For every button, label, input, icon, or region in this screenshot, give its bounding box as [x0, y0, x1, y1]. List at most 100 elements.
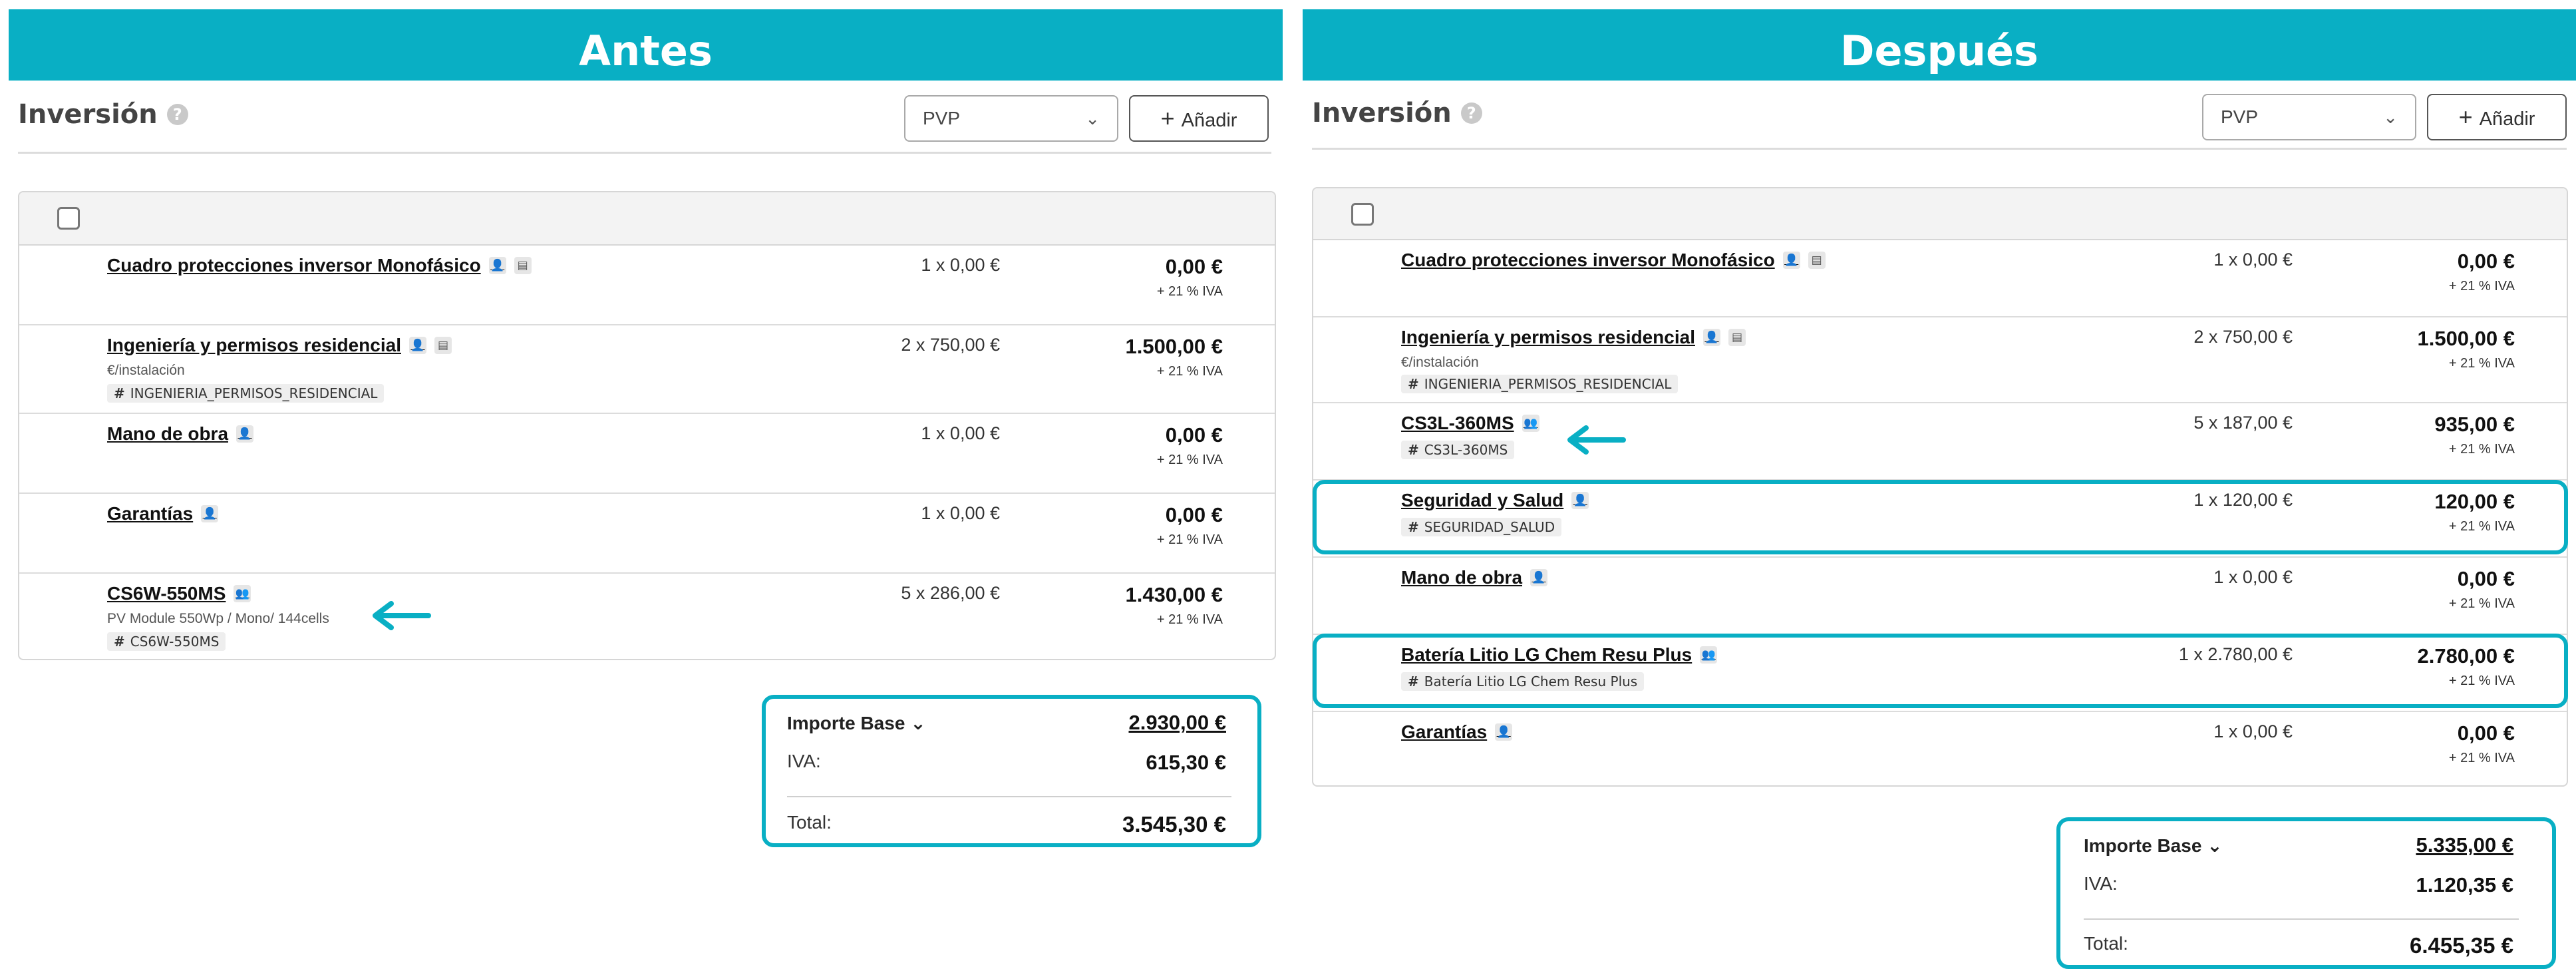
base-amount-toggle[interactable]: Importe Base ⌄ — [787, 712, 926, 734]
item-iva: + 21 % IVA — [2448, 751, 2515, 765]
item-name[interactable]: CS3L-360MS — [1401, 413, 1514, 434]
iva-label: IVA: — [2084, 873, 2118, 894]
item-name-link[interactable]: CS3L-360MS 👥 — [1401, 413, 1539, 434]
item-quantity: 1 x 2.780,00 € — [2178, 644, 2293, 664]
table-row[interactable]: Mano de obra 👤 1 x 0,00 € 0,00 € + 21 % I… — [1313, 558, 2567, 635]
item-name-link[interactable]: Seguridad y Salud 👤 — [1401, 490, 1589, 511]
divider — [18, 152, 1271, 154]
table-row[interactable]: Cuadro protecciones inversor Monofásico 👤… — [19, 246, 1275, 325]
plus-icon: + — [2458, 103, 2473, 130]
item-iva: + 21 % IVA — [2448, 356, 2515, 371]
item-name-link[interactable]: Batería Litio LG Chem Resu Plus 👥 — [1401, 644, 1718, 666]
help-icon[interactable]: ? — [1460, 102, 1482, 124]
iva-value: 615,30 € — [1146, 751, 1226, 774]
chevron-down-icon: ⌄ — [1085, 108, 1100, 128]
item-name[interactable]: Mano de obra — [107, 423, 228, 445]
table-row[interactable]: CS6W-550MS 👥 PV Module 550Wp / Mono/ 144c… — [19, 574, 1275, 659]
table-row[interactable]: Garantías 👤 1 x 0,00 € 0,00 € + 21 % IVA — [19, 494, 1275, 574]
banner-despues: Después — [1303, 9, 2576, 81]
item-amount: 1.430,00 € — [1125, 583, 1223, 606]
item-name[interactable]: Ingeniería y permisos residencial — [107, 335, 401, 356]
table-header — [1313, 188, 2567, 240]
item-name-link[interactable]: Cuadro protecciones inversor Monofásico 👤… — [107, 255, 532, 276]
user-icon: 👤 — [1495, 723, 1513, 741]
item-amount: 2.780,00 € — [2417, 644, 2515, 668]
arrow-left-icon — [1567, 425, 1626, 455]
item-name[interactable]: Seguridad y Salud — [1401, 490, 1563, 511]
total-value: 6.455,35 € — [2410, 933, 2513, 958]
item-quantity: 5 x 187,00 € — [2193, 413, 2293, 433]
table-row[interactable]: Mano de obra 👤 1 x 0,00 € 0,00 € + 21 % I… — [19, 414, 1275, 494]
item-name[interactable]: Garantías — [107, 503, 193, 524]
item-name[interactable]: Ingeniería y permisos residencial — [1401, 327, 1695, 348]
item-name[interactable]: Batería Litio LG Chem Resu Plus — [1401, 644, 1692, 666]
add-button[interactable]: + Añadir — [2427, 94, 2567, 140]
item-name-link[interactable]: Mano de obra 👤 — [1401, 567, 1548, 588]
item-description: PV Module 550Wp / Mono/ 144cells — [107, 611, 329, 626]
item-name-link[interactable]: Garantías 👤 — [1401, 721, 1513, 743]
table-header — [19, 192, 1275, 246]
table-row[interactable]: Cuadro protecciones inversor Monofásico 👤… — [1313, 240, 2567, 317]
table-row[interactable]: Batería Litio LG Chem Resu Plus 👥 # Baterí… — [1313, 635, 2567, 712]
user-icon: 👤 — [1530, 569, 1548, 586]
item-name-link[interactable]: Cuadro protecciones inversor Monofásico 👤… — [1401, 250, 1826, 271]
item-quantity: 1 x 0,00 € — [921, 423, 1000, 443]
table-row[interactable]: CS3L-360MS 👥 # CS3L-360MS 5 x 187,00 € 935… — [1313, 403, 2567, 481]
item-quantity: 1 x 120,00 € — [2193, 490, 2293, 510]
item-quantity: 2 x 750,00 € — [2193, 327, 2293, 347]
item-tag-text: CS3L-360MS — [1424, 442, 1508, 458]
price-type-value: PVP — [923, 108, 961, 128]
select-all-checkbox[interactable] — [57, 207, 80, 230]
section-title-text: Inversión — [18, 99, 158, 130]
item-name[interactable]: Cuadro protecciones inversor Monofásico — [107, 255, 481, 276]
item-amount: 1.500,00 € — [2417, 327, 2515, 350]
section-title: Inversión ? — [1312, 98, 1482, 128]
user-icon: 👤 — [408, 337, 426, 354]
item-name-link[interactable]: Mano de obra 👤 — [107, 423, 254, 445]
table-row[interactable]: Ingeniería y permisos residencial 👤 ▤ €/in… — [19, 325, 1275, 414]
item-name[interactable]: CS6W-550MS — [107, 583, 226, 604]
item-name-link[interactable]: Garantías 👤 — [107, 503, 219, 524]
item-tag: # INGENIERIA_PERMISOS_RESIDENCIAL — [107, 384, 385, 403]
item-tag-text: CS6W-550MS — [130, 634, 220, 650]
totals-summary: Importe Base ⌄ 5.335,00 € IVA: 1.120,35 … — [2084, 829, 2519, 962]
add-button-label: Añadir — [1181, 110, 1237, 131]
item-name-link[interactable]: Ingeniería y permisos residencial 👤 ▤ — [107, 335, 452, 356]
user-group-icon: 👥 — [1700, 646, 1718, 664]
base-amount-value: 5.335,00 € — [2416, 833, 2513, 857]
hash-icon: # — [1408, 674, 1419, 689]
document-icon: ▤ — [1808, 252, 1826, 269]
table-row[interactable]: Ingeniería y permisos residencial 👤 ▤ €/in… — [1313, 317, 2567, 403]
help-icon[interactable]: ? — [166, 104, 188, 125]
item-iva: + 21 % IVA — [1156, 364, 1223, 379]
chevron-down-icon: ⌄ — [910, 713, 926, 733]
item-name[interactable]: Mano de obra — [1401, 567, 1522, 588]
base-amount-toggle[interactable]: Importe Base ⌄ — [2084, 835, 2223, 857]
add-button[interactable]: + Añadir — [1129, 95, 1269, 142]
table-row[interactable]: Seguridad y Salud 👤 # SEGURIDAD_SALUD 1 x … — [1313, 481, 2567, 558]
base-amount-value: 2.930,00 € — [1128, 711, 1226, 734]
section-title: Inversión ? — [18, 99, 188, 130]
item-amount: 0,00 € — [1165, 423, 1223, 447]
item-amount: 0,00 € — [1165, 255, 1223, 278]
document-icon: ▤ — [514, 257, 532, 274]
item-name-link[interactable]: CS6W-550MS 👥 — [107, 583, 251, 604]
item-unit: €/instalación — [107, 363, 185, 378]
total-label: Total: — [2084, 933, 2128, 954]
user-icon: 👤 — [1571, 492, 1589, 509]
hash-icon: # — [1408, 442, 1419, 458]
select-all-checkbox[interactable] — [1351, 203, 1374, 226]
item-iva: + 21 % IVA — [2448, 596, 2515, 611]
item-iva: + 21 % IVA — [1156, 532, 1223, 547]
table-row[interactable]: Garantías 👤 1 x 0,00 € 0,00 € + 21 % IVA — [1313, 712, 2567, 785]
item-name-link[interactable]: Ingeniería y permisos residencial 👤 ▤ — [1401, 327, 1746, 348]
item-tag-text: INGENIERIA_PERMISOS_RESIDENCIAL — [1424, 376, 1672, 392]
hash-icon: # — [1408, 376, 1419, 392]
price-type-select[interactable]: PVP ⌄ — [904, 95, 1118, 142]
price-type-select[interactable]: PVP ⌄ — [2202, 94, 2416, 140]
hash-icon: # — [1408, 519, 1419, 535]
item-name[interactable]: Cuadro protecciones inversor Monofásico — [1401, 250, 1775, 271]
item-name[interactable]: Garantías — [1401, 721, 1487, 743]
item-quantity: 1 x 0,00 € — [2213, 567, 2293, 587]
plus-icon: + — [1160, 104, 1175, 132]
